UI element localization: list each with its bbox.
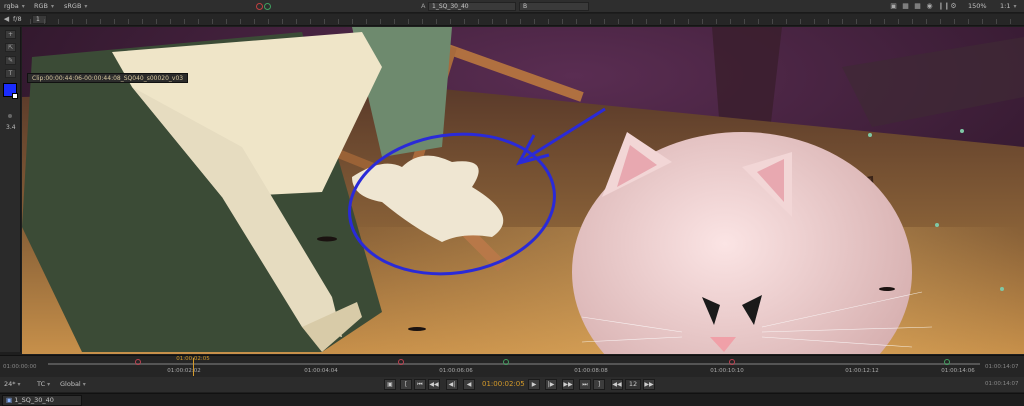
timeline-start-tc: 01:00:00:00 <box>3 364 37 370</box>
colorspace-dropdown[interactable]: RGB <box>34 2 54 11</box>
histogram-icon[interactable]: ▦ <box>902 3 909 10</box>
input-a-marker: A <box>421 2 426 10</box>
camera-icon[interactable]: ▣ <box>384 379 396 390</box>
timeline-tick-label: 01:00:08:08 <box>574 368 608 374</box>
in-point-icon[interactable]: [ <box>400 379 412 390</box>
play-forward-icon[interactable]: ▶ <box>528 379 540 390</box>
monitor-icon[interactable]: ▣ <box>890 3 897 10</box>
secondary-color-swatch[interactable] <box>12 93 18 99</box>
frame-count: 01:00:14:07 <box>985 381 1019 387</box>
wipe-green-icon[interactable] <box>264 3 271 10</box>
channels-dropdown[interactable]: rgba <box>4 2 25 11</box>
timeline-end-tc: 01:00:14:07 <box>985 364 1019 370</box>
paint-toolbar: + ⇱ ✎ T 3.4 <box>0 27 21 352</box>
marker-green[interactable] <box>944 359 950 365</box>
timeline[interactable]: 01:00:00:00 01:00:02:05 01:00:02:02 01:0… <box>0 355 1024 377</box>
clip-info-tooltip: Clip:00:00:44:06-00:00:44:08_SQ040_s0002… <box>27 73 189 83</box>
marker-green[interactable] <box>503 359 509 365</box>
step-increment-field[interactable]: 12 <box>625 379 641 390</box>
pencil-icon[interactable]: ✎ <box>5 56 16 65</box>
viewer-tab-bar: ▣ 1_SQ_30_40 <box>0 393 1024 406</box>
fps-dropdown[interactable]: 24* <box>4 380 21 389</box>
out-point-icon[interactable]: ] <box>593 379 605 390</box>
next-keyframe-icon[interactable]: ▶▶ <box>562 379 574 390</box>
zoom-level[interactable]: 150% <box>968 2 987 11</box>
playhead-timecode: 01:00:02:05 <box>176 356 210 362</box>
timeline-track[interactable] <box>48 363 980 365</box>
skip-end-icon[interactable]: ⏭ <box>579 379 591 390</box>
viewer-tab-icon: ▣ <box>6 396 15 404</box>
fstop-label[interactable]: f/8 <box>13 15 22 24</box>
select-icon[interactable]: ⇱ <box>5 43 16 52</box>
settings-icon[interactable]: ⚙ <box>950 3 957 10</box>
input-a-field[interactable]: 1_SQ_30_40 <box>428 2 516 11</box>
color-picker-icon[interactable]: ◉ <box>926 3 933 10</box>
timeline-tick-label: 01:00:10:10 <box>710 368 744 374</box>
marker-red[interactable] <box>135 359 141 365</box>
brush-size-dot[interactable] <box>8 114 12 118</box>
skip-start-icon[interactable]: ⏮ <box>414 379 426 390</box>
scope-dropdown[interactable]: Global <box>60 380 86 389</box>
timeline-tick-label: 01:00:04:04 <box>304 368 338 374</box>
viewer-toolbar: rgba RGB sRGB A 1_SQ_30_40 B ▣ ▦ ▦ ◉ ❙❙ … <box>0 0 1024 13</box>
transport-bar: 24* TC Global ▣ [ ⏮ ◀◀ ◀| ◀ 01:00:02:05 … <box>0 377 1024 392</box>
current-timecode[interactable]: 01:00:02:05 <box>482 380 525 388</box>
text-tool-icon[interactable]: T <box>5 69 16 78</box>
timeline-tick-label: 01:00:14:06 <box>941 368 975 374</box>
exposure-ruler[interactable] <box>30 19 1015 24</box>
prev-keyframe-icon[interactable]: ◀◀ <box>428 379 440 390</box>
marker-red[interactable] <box>398 359 404 365</box>
display-lut-dropdown[interactable]: sRGB <box>64 2 87 11</box>
marker-red[interactable] <box>729 359 735 365</box>
brush-size-value[interactable]: 3.4 <box>6 124 16 131</box>
tab-viewer[interactable]: ▣ 1_SQ_30_40 <box>2 395 82 406</box>
chevron-left-icon[interactable]: ◀ <box>3 16 10 23</box>
jump-forward-icon[interactable]: ▶▶ <box>643 379 655 390</box>
jump-back-icon[interactable]: ◀◀ <box>611 379 623 390</box>
exposure-bar: ◀ f/8 1 <box>0 14 1024 26</box>
timeline-tick-label: 01:00:06:06 <box>439 368 473 374</box>
ratio-dropdown[interactable]: 1:1 <box>1000 2 1016 11</box>
grid-icon[interactable]: ▦ <box>914 3 921 10</box>
wipe-red-icon[interactable] <box>256 3 263 10</box>
timeline-tick-label: 01:00:12:12 <box>845 368 879 374</box>
time-format-dropdown[interactable]: TC <box>37 380 50 389</box>
tab-label: 1_SQ_30_40 <box>14 396 54 404</box>
step-forward-icon[interactable]: |▶ <box>545 379 557 390</box>
add-icon[interactable]: + <box>5 30 16 39</box>
step-back-icon[interactable]: ◀| <box>446 379 458 390</box>
timeline-tick-label: 01:00:02:02 <box>167 368 201 374</box>
pause-icon[interactable]: ❙❙ <box>938 3 950 10</box>
play-reverse-icon[interactable]: ◀ <box>463 379 475 390</box>
input-b-field[interactable]: B <box>519 2 589 11</box>
